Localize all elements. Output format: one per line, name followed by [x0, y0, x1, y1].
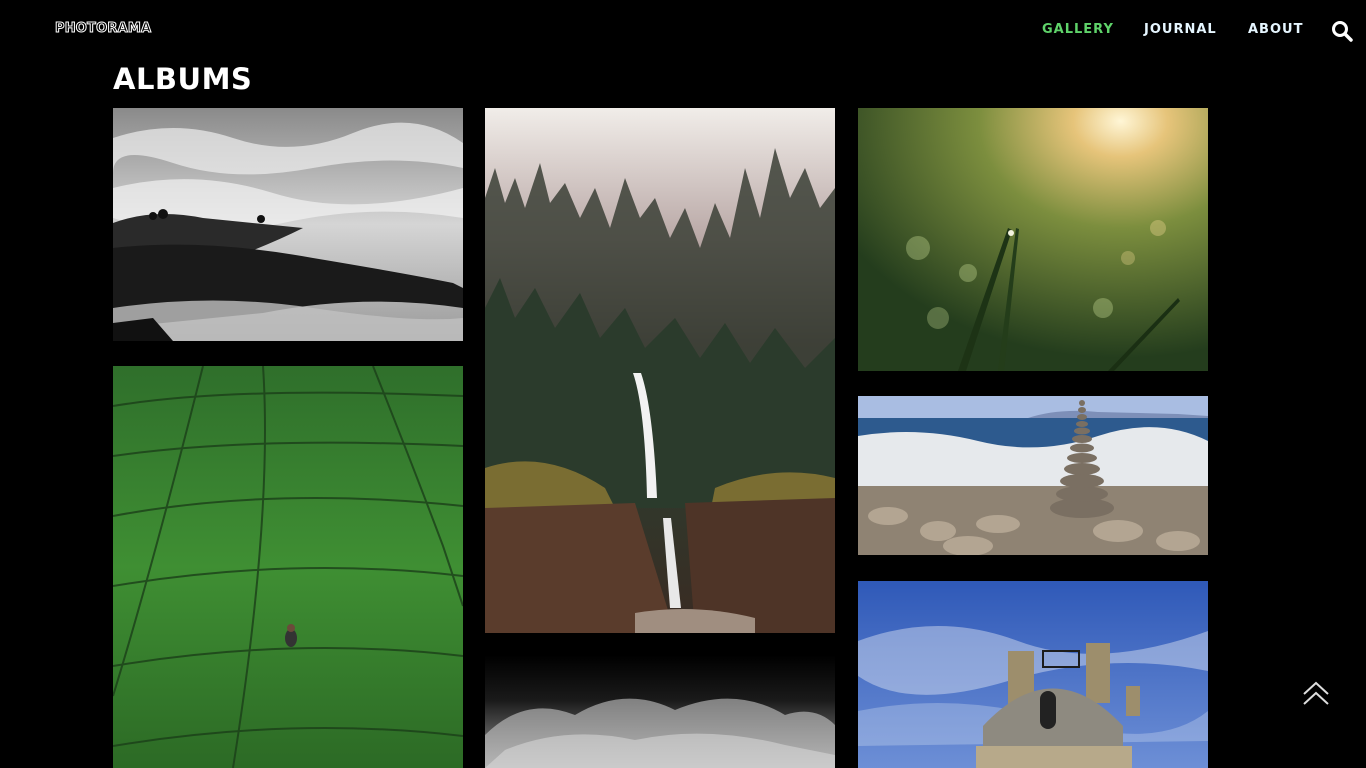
album-dome-building[interactable] — [858, 581, 1208, 768]
album-image — [113, 366, 463, 768]
nav-gallery[interactable]: GALLERY — [1042, 22, 1114, 37]
album-image — [485, 655, 835, 768]
album-tea-plantation[interactable] — [113, 366, 463, 768]
album-image — [858, 581, 1208, 768]
album-cloud-sea[interactable] — [113, 108, 463, 341]
nav-journal[interactable]: JOURNAL — [1144, 22, 1217, 37]
scroll-to-top-icon[interactable] — [1301, 680, 1331, 708]
album-dew-grass[interactable] — [858, 108, 1208, 371]
album-image — [858, 108, 1208, 371]
album-image — [485, 108, 835, 633]
page: PHOTORAMA GALLERY JOURNAL ABOUT ALBUMS — [0, 0, 1366, 768]
album-image — [113, 108, 463, 341]
album-stacked-stones[interactable] — [858, 396, 1208, 555]
page-title: ALBUMS — [113, 62, 253, 96]
album-dark-clouds[interactable] — [485, 655, 835, 768]
album-forest-waterfall[interactable] — [485, 108, 835, 633]
site-logo[interactable]: PHOTORAMA — [54, 21, 151, 37]
search-icon[interactable] — [1331, 20, 1353, 42]
nav-about[interactable]: ABOUT — [1248, 22, 1303, 37]
album-image — [858, 396, 1208, 555]
